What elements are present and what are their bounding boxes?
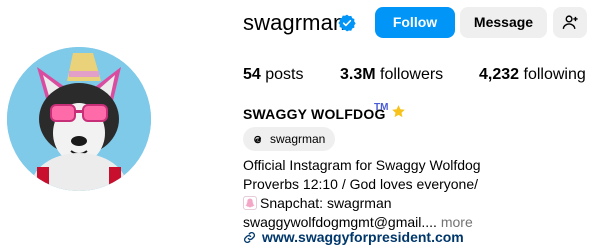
bio: Official Instagram for Swaggy Wolfdog Pr… — [243, 156, 481, 232]
following-label: following — [523, 66, 586, 83]
posts-label: posts — [265, 66, 304, 83]
following-link[interactable]: 4,232 following — [479, 66, 586, 84]
full-name: SWAGGY WOLFDOG — [243, 106, 386, 122]
followers-label: followers — [380, 66, 444, 83]
posts-number: 54 — [243, 66, 261, 83]
threads-handle: swagrman — [270, 132, 326, 146]
trademark-mark: TM — [374, 102, 389, 113]
website-link[interactable]: www.swaggyforpresident.com — [243, 228, 464, 246]
profile-avatar[interactable] — [7, 47, 151, 191]
suggested-users-button[interactable] — [553, 7, 587, 38]
posts-count: 54 posts — [243, 66, 304, 84]
followers-number: 3.3M — [340, 66, 376, 83]
bio-line: Snapchat: swagrman — [243, 194, 481, 213]
website-url: www.swaggyforpresident.com — [262, 229, 464, 245]
follow-button[interactable]: Follow — [375, 7, 455, 38]
add-user-icon — [562, 15, 578, 29]
following-number: 4,232 — [479, 66, 520, 83]
link-icon — [243, 231, 256, 243]
bio-line: Official Instagram for Swaggy Wolfdog — [243, 157, 481, 173]
username: swagrman — [243, 10, 346, 35]
bio-line: Proverbs 12:10 / God loves everyone/ — [243, 176, 479, 192]
snapchat-ghost-icon — [243, 196, 257, 210]
threads-icon — [254, 135, 262, 143]
verified-badge-icon — [338, 14, 356, 32]
avatar-image — [7, 47, 151, 191]
snapchat-text: Snapchat: swagrman — [260, 195, 392, 211]
star-icon — [392, 105, 405, 118]
message-button[interactable]: Message — [460, 7, 547, 38]
followers-link[interactable]: 3.3M followers — [340, 66, 443, 84]
threads-link[interactable]: swagrman — [243, 127, 336, 151]
